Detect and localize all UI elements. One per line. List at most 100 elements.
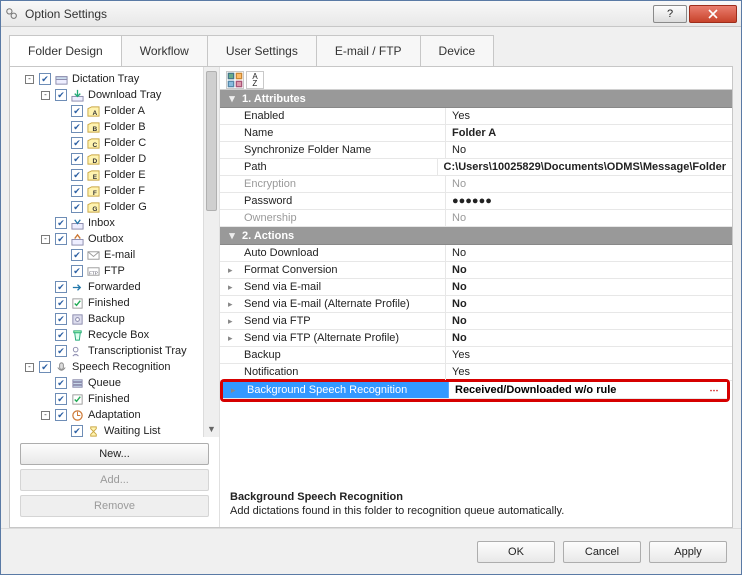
folder-tree-scroll[interactable]: -Dictation Tray-Download TrayAFolder ABF… (10, 67, 219, 437)
tree-node-transcriptionist-tray[interactable]: Transcriptionist Tray (12, 343, 217, 359)
tree-node-dictation-tray[interactable]: -Dictation Tray (12, 71, 217, 87)
checkbox[interactable] (55, 393, 67, 405)
property-value[interactable]: No (452, 212, 466, 224)
checkbox[interactable] (39, 361, 51, 373)
toggle-icon[interactable]: - (25, 75, 34, 84)
property-row-send-via-e-mail[interactable]: ▸Send via E-mailNo (220, 279, 732, 296)
categorized-button[interactable] (226, 71, 244, 89)
tree-node-e-mail[interactable]: E-mail (12, 247, 217, 263)
property-row-send-via-e-mail-alternate-profile-[interactable]: ▸Send via E-mail (Alternate Profile)No (220, 296, 732, 313)
tree-node-waiting-list[interactable]: Waiting List (12, 423, 217, 437)
checkbox[interactable] (71, 121, 83, 133)
property-row-backup[interactable]: BackupYes (220, 347, 732, 364)
property-value[interactable]: Yes (452, 349, 470, 361)
property-row-background-speech-recognition[interactable]: ▸Background Speech RecognitionReceived/D… (223, 382, 727, 399)
cancel-button[interactable]: Cancel (563, 541, 641, 563)
toggle-icon[interactable]: - (41, 411, 50, 420)
tree-node-backup[interactable]: Backup (12, 311, 217, 327)
folder-tree[interactable]: -Dictation Tray-Download TrayAFolder ABF… (10, 67, 219, 437)
property-row-notification[interactable]: NotificationYes (220, 364, 732, 381)
tab-folder-design[interactable]: Folder Design (9, 35, 122, 66)
toggle-icon[interactable]: - (41, 91, 50, 100)
toggle-icon[interactable]: - (25, 363, 34, 372)
checkbox[interactable] (55, 329, 67, 341)
tree-node-ftp[interactable]: FTPFTP (12, 263, 217, 279)
property-value[interactable]: No (452, 281, 467, 293)
tree-node-folder-c[interactable]: CFolder C (12, 135, 217, 151)
checkbox[interactable] (71, 153, 83, 165)
tree-node-speech-recognition[interactable]: -Speech Recognition (12, 359, 217, 375)
checkbox[interactable] (71, 201, 83, 213)
property-row-synchronize-folder-name[interactable]: Synchronize Folder NameNo (220, 142, 732, 159)
property-value[interactable]: Received/Downloaded w/o rule (455, 384, 616, 396)
property-value[interactable]: Folder A (452, 127, 496, 139)
property-value[interactable]: C:\Users\10025829\Documents\ODMS\Message… (444, 161, 726, 173)
property-row-path[interactable]: PathC:\Users\10025829\Documents\ODMS\Mes… (220, 159, 732, 176)
new-button[interactable]: New... (20, 443, 209, 465)
checkbox[interactable] (55, 297, 67, 309)
ok-button[interactable]: OK (477, 541, 555, 563)
property-grid[interactable]: ▾1. AttributesEnabledYesNameFolder ASync… (220, 89, 732, 402)
property-value[interactable]: ●●●●●● (452, 195, 492, 207)
toggle-icon[interactable]: - (41, 235, 50, 244)
tab-workflow[interactable]: Workflow (121, 35, 208, 66)
category-header[interactable]: ▾2. Actions (220, 227, 732, 245)
checkbox[interactable] (71, 265, 83, 277)
checkbox[interactable] (39, 73, 51, 85)
checkbox[interactable] (71, 425, 83, 437)
tree-node-outbox[interactable]: -Outbox (12, 231, 217, 247)
property-row-format-conversion[interactable]: ▸Format ConversionNo (220, 262, 732, 279)
checkbox[interactable] (55, 313, 67, 325)
checkbox[interactable] (55, 217, 67, 229)
expand-icon[interactable]: ▸ (228, 333, 233, 344)
tree-node-recycle-box[interactable]: Recycle Box (12, 327, 217, 343)
checkbox[interactable] (71, 137, 83, 149)
property-row-send-via-ftp-alternate-profile-[interactable]: ▸Send via FTP (Alternate Profile)No (220, 330, 732, 347)
category-header[interactable]: ▾1. Attributes (220, 90, 732, 108)
property-row-encryption[interactable]: EncryptionNo (220, 176, 732, 193)
tree-node-folder-d[interactable]: DFolder D (12, 151, 217, 167)
property-value[interactable]: No (452, 178, 466, 190)
tree-node-forwarded[interactable]: Forwarded (12, 279, 217, 295)
property-value[interactable]: No (452, 298, 467, 310)
checkbox[interactable] (71, 105, 83, 117)
property-row-name[interactable]: NameFolder A (220, 125, 732, 142)
property-row-send-via-ftp[interactable]: ▸Send via FTPNo (220, 313, 732, 330)
tree-node-folder-e[interactable]: EFolder E (12, 167, 217, 183)
tree-node-inbox[interactable]: Inbox (12, 215, 217, 231)
property-value[interactable]: No (452, 264, 467, 276)
expand-icon[interactable]: ▸ (228, 299, 233, 310)
apply-button[interactable]: Apply (649, 541, 727, 563)
checkbox[interactable] (71, 185, 83, 197)
tree-node-folder-f[interactable]: FFolder F (12, 183, 217, 199)
checkbox[interactable] (55, 233, 67, 245)
alphabetical-button[interactable]: AZ (246, 71, 264, 89)
property-value[interactable]: No (452, 315, 467, 327)
property-value[interactable]: No (452, 332, 467, 344)
expand-icon[interactable]: ▸ (231, 385, 236, 396)
scroll-thumb[interactable] (206, 71, 217, 211)
checkbox[interactable] (71, 169, 83, 181)
property-value[interactable]: Yes (452, 366, 470, 378)
expand-icon[interactable]: ▸ (228, 265, 233, 276)
property-row-password[interactable]: Password●●●●●● (220, 193, 732, 210)
tree-node-finished[interactable]: Finished (12, 391, 217, 407)
property-row-ownership[interactable]: OwnershipNo (220, 210, 732, 227)
tab-e-mail-ftp[interactable]: E-mail / FTP (316, 35, 421, 66)
tab-user-settings[interactable]: User Settings (207, 35, 317, 66)
collapse-icon[interactable]: ▾ (226, 92, 238, 105)
checkbox[interactable] (55, 281, 67, 293)
tab-device[interactable]: Device (420, 35, 495, 66)
help-button[interactable]: ? (653, 5, 687, 23)
checkbox[interactable] (55, 377, 67, 389)
checkbox[interactable] (55, 345, 67, 357)
checkbox[interactable] (71, 249, 83, 261)
tree-node-adaptation[interactable]: -Adaptation (12, 407, 217, 423)
property-row-enabled[interactable]: EnabledYes (220, 108, 732, 125)
tree-node-folder-g[interactable]: GFolder G (12, 199, 217, 215)
tree-node-download-tray[interactable]: -Download Tray (12, 87, 217, 103)
property-value[interactable]: No (452, 144, 466, 156)
checkbox[interactable] (55, 89, 67, 101)
tree-scrollbar[interactable]: ▲ ▼ (203, 67, 219, 437)
property-row-auto-download[interactable]: Auto DownloadNo (220, 245, 732, 262)
